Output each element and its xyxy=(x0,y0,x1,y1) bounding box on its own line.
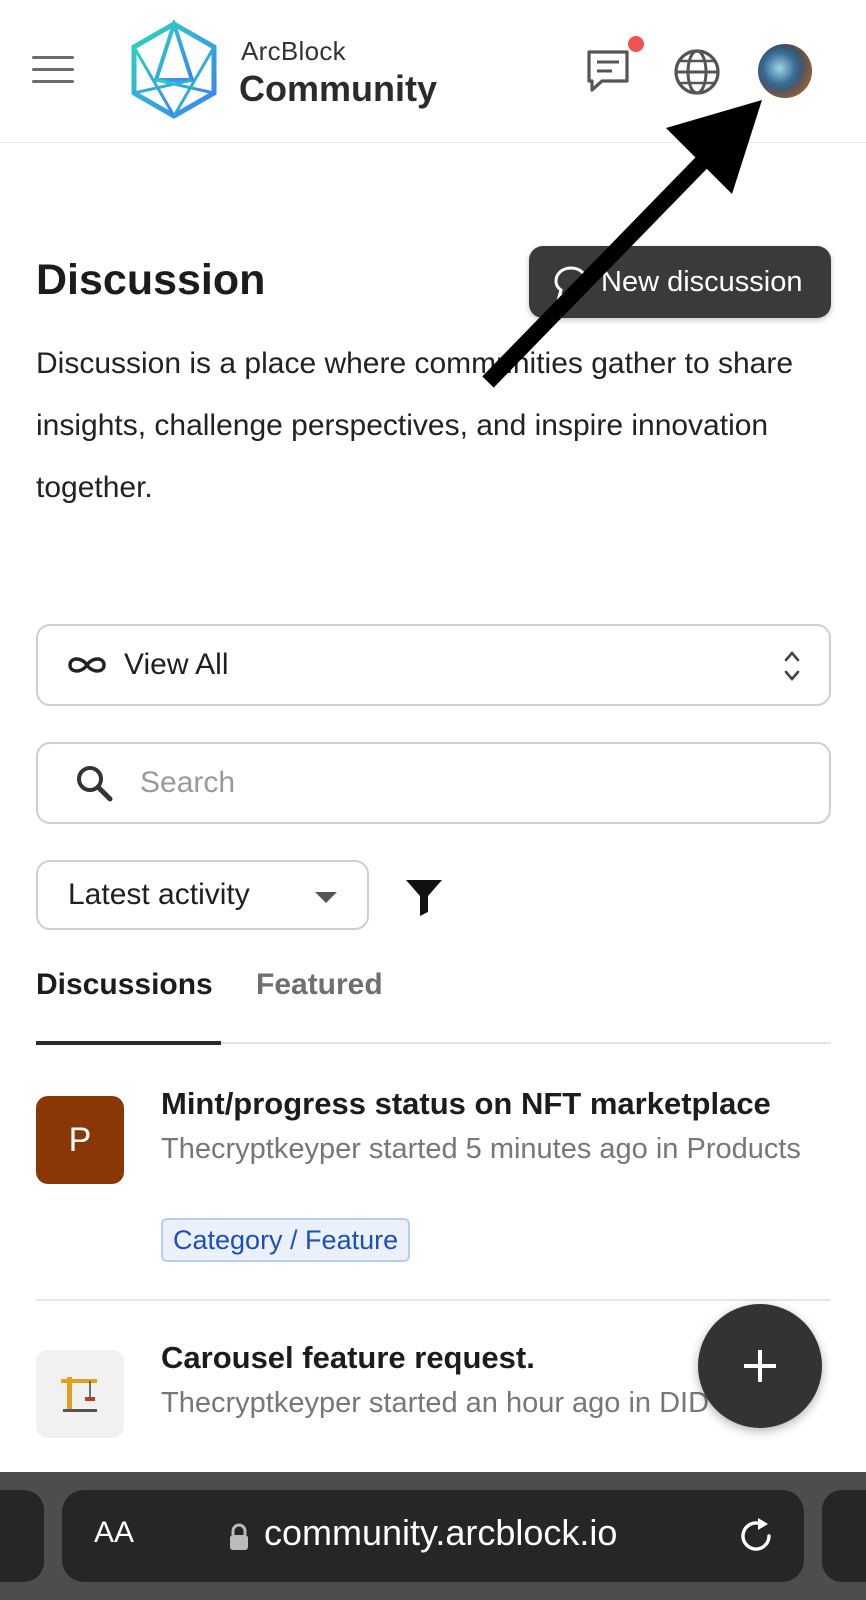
new-discussion-label: New discussion xyxy=(601,265,803,298)
dropdown-caret-icon xyxy=(315,892,337,903)
arcblock-logo-icon[interactable] xyxy=(128,20,220,120)
top-navigation-bar: ArcBlock Community xyxy=(0,0,866,143)
page-description: Discussion is a place where communities … xyxy=(36,347,794,504)
user-avatar[interactable] xyxy=(758,44,812,98)
lock-icon xyxy=(230,1523,248,1550)
url-text: community.arcblock.io xyxy=(264,1512,618,1553)
sort-select[interactable]: Latest activity xyxy=(36,860,369,930)
reload-icon[interactable] xyxy=(736,1516,776,1556)
add-discussion-fab[interactable] xyxy=(698,1304,822,1428)
category-tag[interactable]: Category / Feature xyxy=(161,1218,411,1262)
hamburger-menu-icon[interactable] xyxy=(32,56,74,86)
search-input[interactable] xyxy=(138,765,778,801)
list-item[interactable]: P Mint/progress status on NFT marketplac… xyxy=(36,1086,831,1301)
next-tab-preview[interactable] xyxy=(822,1490,866,1582)
discussion-avatar xyxy=(36,1350,124,1438)
messages-icon[interactable] xyxy=(584,48,632,94)
up-down-chevron-icon xyxy=(784,651,800,681)
previous-tab-preview[interactable] xyxy=(0,1490,44,1582)
active-tab-indicator xyxy=(36,1041,221,1045)
discussion-tabs: Discussions Featured xyxy=(36,968,831,1045)
brand-name-large: Community xyxy=(239,68,437,109)
plus-icon xyxy=(744,1350,776,1382)
new-discussion-button[interactable]: New discussion xyxy=(529,246,831,318)
discussion-title[interactable]: Carousel feature request. xyxy=(161,1340,535,1376)
infinity-icon xyxy=(68,657,106,673)
brand-name-small: ArcBlock xyxy=(241,36,346,66)
sort-select-label: Latest activity xyxy=(68,878,250,911)
tab-discussions[interactable]: Discussions xyxy=(36,968,213,1002)
address-bar[interactable]: AA community.arcblock.io xyxy=(62,1490,804,1582)
text-size-button[interactable]: AA xyxy=(94,1516,134,1550)
chat-bubble-icon xyxy=(554,266,588,300)
discussion-avatar: P xyxy=(36,1096,124,1184)
view-select-label: View All xyxy=(124,648,229,681)
search-box[interactable] xyxy=(36,742,831,824)
page-title: Discussion xyxy=(36,256,266,304)
crane-icon xyxy=(61,1377,97,1412)
search-icon xyxy=(77,766,113,802)
tab-featured[interactable]: Featured xyxy=(256,968,383,1002)
discussion-meta: Thecryptkeyper started 5 minutes ago in … xyxy=(161,1133,801,1165)
discussion-title[interactable]: Mint/progress status on NFT marketplace xyxy=(161,1086,771,1122)
language-globe-icon[interactable] xyxy=(672,47,722,97)
browser-toolbar: AA community.arcblock.io xyxy=(0,1472,866,1600)
view-all-select[interactable]: View All xyxy=(36,624,831,706)
notification-dot xyxy=(628,36,644,52)
filter-funnel-icon[interactable] xyxy=(404,876,444,918)
